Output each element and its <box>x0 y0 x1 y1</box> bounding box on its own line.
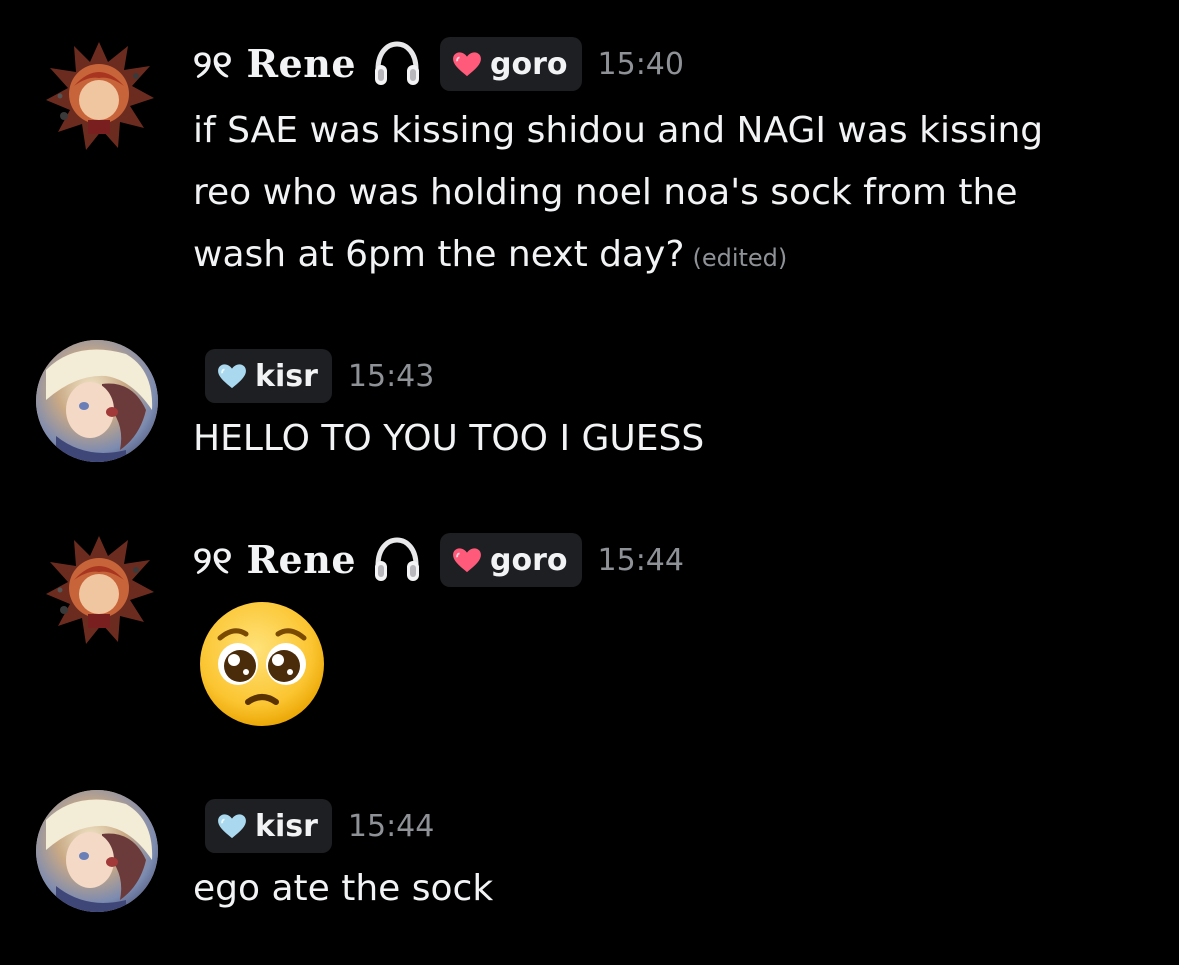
pink-heart-icon <box>452 51 482 77</box>
message-line: wash at 6pm the next day? (edited) <box>193 234 788 275</box>
message-line: reo who was holding noel noa's sock from… <box>193 172 1018 213</box>
role-tag-label: goro <box>490 542 568 578</box>
pleading-face-emoji <box>200 602 324 726</box>
role-tag-label: kisr <box>255 358 318 394</box>
edited-label: (edited) <box>692 244 788 272</box>
light-blue-heart-icon <box>217 363 247 389</box>
username[interactable]: ୨୧ Rene <box>193 41 356 87</box>
headphones-icon <box>370 37 424 91</box>
message-header: kisr 15:44 <box>205 796 434 856</box>
role-tag[interactable]: goro <box>440 37 582 91</box>
headphones-icon <box>370 533 424 587</box>
message-line: HELLO TO YOU TOO I GUESS <box>193 418 705 459</box>
role-tag[interactable]: kisr <box>205 799 332 853</box>
message-content: ego ate the sock <box>193 858 1153 920</box>
role-tag[interactable]: kisr <box>205 349 332 403</box>
message-line: ego ate the sock <box>193 868 494 909</box>
message-content: HELLO TO YOU TOO I GUESS <box>193 408 1153 470</box>
message-header: kisr 15:43 <box>205 346 434 406</box>
role-tag-label: goro <box>490 46 568 82</box>
message-header: ୨୧ Rene goro 15:40 <box>193 34 684 94</box>
avatar[interactable] <box>40 36 158 154</box>
message-header: ୨୧ Rene goro 15:44 <box>193 530 684 590</box>
pink-heart-icon <box>452 547 482 573</box>
timestamp: 15:40 <box>597 46 684 82</box>
timestamp: 15:44 <box>597 542 684 578</box>
avatar[interactable] <box>36 790 158 912</box>
timestamp: 15:44 <box>347 808 435 844</box>
username[interactable]: ୨୧ Rene <box>193 537 356 583</box>
avatar[interactable] <box>40 530 158 648</box>
role-tag-label: kisr <box>255 808 318 844</box>
avatar[interactable] <box>36 340 158 462</box>
message-line: if SAE was kissing shidou and NAGI was k… <box>193 110 1044 151</box>
message-content: if SAE was kissing shidou and NAGI was k… <box>193 100 1153 289</box>
light-blue-heart-icon <box>217 813 247 839</box>
role-tag[interactable]: goro <box>440 533 582 587</box>
timestamp: 15:43 <box>347 358 435 394</box>
